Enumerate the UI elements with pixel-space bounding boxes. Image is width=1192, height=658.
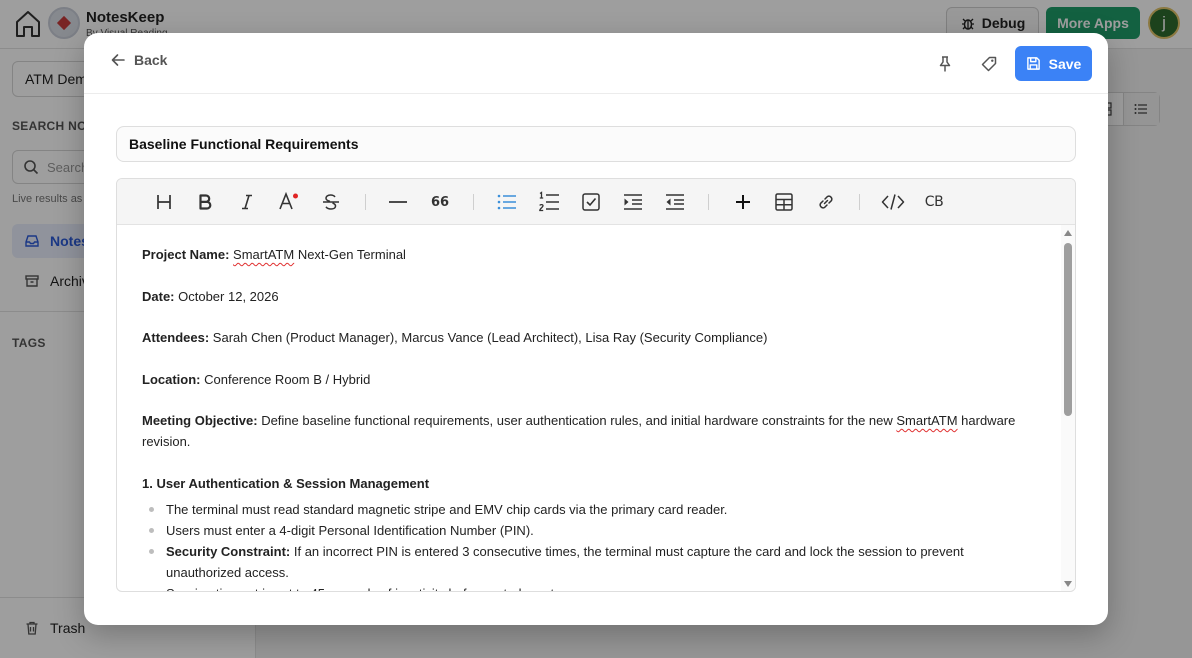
outdent-button[interactable] [663,190,687,214]
link-button[interactable] [814,190,838,214]
misspelled-word: SmartATM [233,247,295,262]
date-value: October 12, 2026 [174,289,279,304]
code-icon [881,194,905,210]
toolbar-separator [365,194,366,210]
pin-button[interactable] [933,52,957,76]
blockquote-button[interactable]: 66 [428,190,452,214]
tag-icon [981,56,997,72]
save-button[interactable]: Save [1015,46,1092,81]
indent-button[interactable] [621,190,645,214]
heading-icon [157,195,171,209]
codeblock-button[interactable]: CB [922,190,946,214]
pin-icon [939,56,951,72]
section-heading: 1. User Authentication & Session Managem… [142,476,430,491]
misspelled-word: SmartATM [896,413,958,428]
list-item: Users must enter a 4-digit Personal Iden… [142,520,1022,541]
italic-icon [242,194,252,210]
horizontal-rule-button[interactable] [386,190,410,214]
bullet-list-icon [497,194,516,210]
ordered-list-icon [539,191,559,212]
editor-scrollbar[interactable] [1061,225,1075,591]
list-item: Security Constraint: If an incorrect PIN… [142,541,1022,583]
italic-button[interactable] [235,190,259,214]
table-icon [775,193,793,211]
constraint-label: Security Constraint: [166,544,291,559]
toolbar-separator [473,194,474,210]
list-item: The terminal must read standard magnetic… [142,499,1022,520]
arrow-left-icon [111,54,125,66]
tag-button[interactable] [977,52,1001,76]
project-line: Project Name: SmartATM Next-Gen Terminal [142,244,1022,265]
back-label: Back [134,52,168,68]
heading-button[interactable] [152,190,176,214]
insert-button[interactable] [731,190,755,214]
table-button[interactable] [772,190,796,214]
objective-label: Meeting Objective: [142,413,258,428]
checkbox-icon [582,193,600,211]
bold-button[interactable] [193,190,217,214]
attendees-label: Attendees: [142,330,210,345]
strikethrough-icon [323,194,339,210]
modal-header: Back Save [84,33,1108,94]
strikethrough-button[interactable] [319,190,343,214]
plus-icon [736,195,750,209]
attendees-value: Sarah Chen (Product Manager), Marcus Van… [209,330,768,345]
ordered-list-button[interactable] [537,190,561,214]
location-value: Conference Room B / Hybrid [200,372,371,387]
code-button[interactable] [881,190,905,214]
date-label: Date: [142,289,175,304]
objective-text: Define baseline functional requirements,… [257,413,897,428]
toolbar-separator [859,194,860,210]
objective-paragraph: Meeting Objective: Define baseline funct… [142,410,1022,452]
scroll-down-arrow[interactable] [1064,581,1072,587]
floppy-icon [1026,57,1040,70]
toolbar-separator [708,194,709,210]
project-value: Next-Gen Terminal [294,247,406,262]
link-icon [819,195,833,209]
scroll-up-arrow[interactable] [1064,230,1072,236]
bullet-list-button[interactable] [495,190,519,214]
scroll-thumb[interactable] [1064,243,1072,416]
editor-content[interactable]: Project Name: SmartATM Next-Gen Terminal… [117,225,1057,591]
text-color-icon [279,192,298,210]
editor-toolbar: 66 CB [117,179,1075,225]
save-label: Save [1048,55,1082,72]
project-label: Project Name: [142,247,230,262]
outdent-icon [666,194,684,210]
location-line: Location: Conference Room B / Hybrid [142,369,1022,390]
task-list-button[interactable] [579,190,603,214]
text-color-button[interactable] [277,190,301,214]
note-editor-modal: Back Save Baseline Functional Requiremen… [84,33,1108,625]
note-title-input[interactable] [116,126,1076,162]
indent-icon [624,194,642,210]
horizontal-rule-icon [389,201,407,203]
date-line: Date: October 12, 2026 [142,286,1022,307]
bold-icon [199,194,212,210]
attendees-line: Attendees: Sarah Chen (Product Manager),… [142,327,1022,348]
location-label: Location: [142,372,201,387]
list-item: Session timeout is set to 45 seconds of … [142,583,1022,591]
requirements-list: The terminal must read standard magnetic… [142,499,1022,591]
rich-text-editor: 66 CB Project Name: SmartATM Next-Gen Te… [116,178,1076,592]
back-button[interactable]: Back [110,52,167,68]
